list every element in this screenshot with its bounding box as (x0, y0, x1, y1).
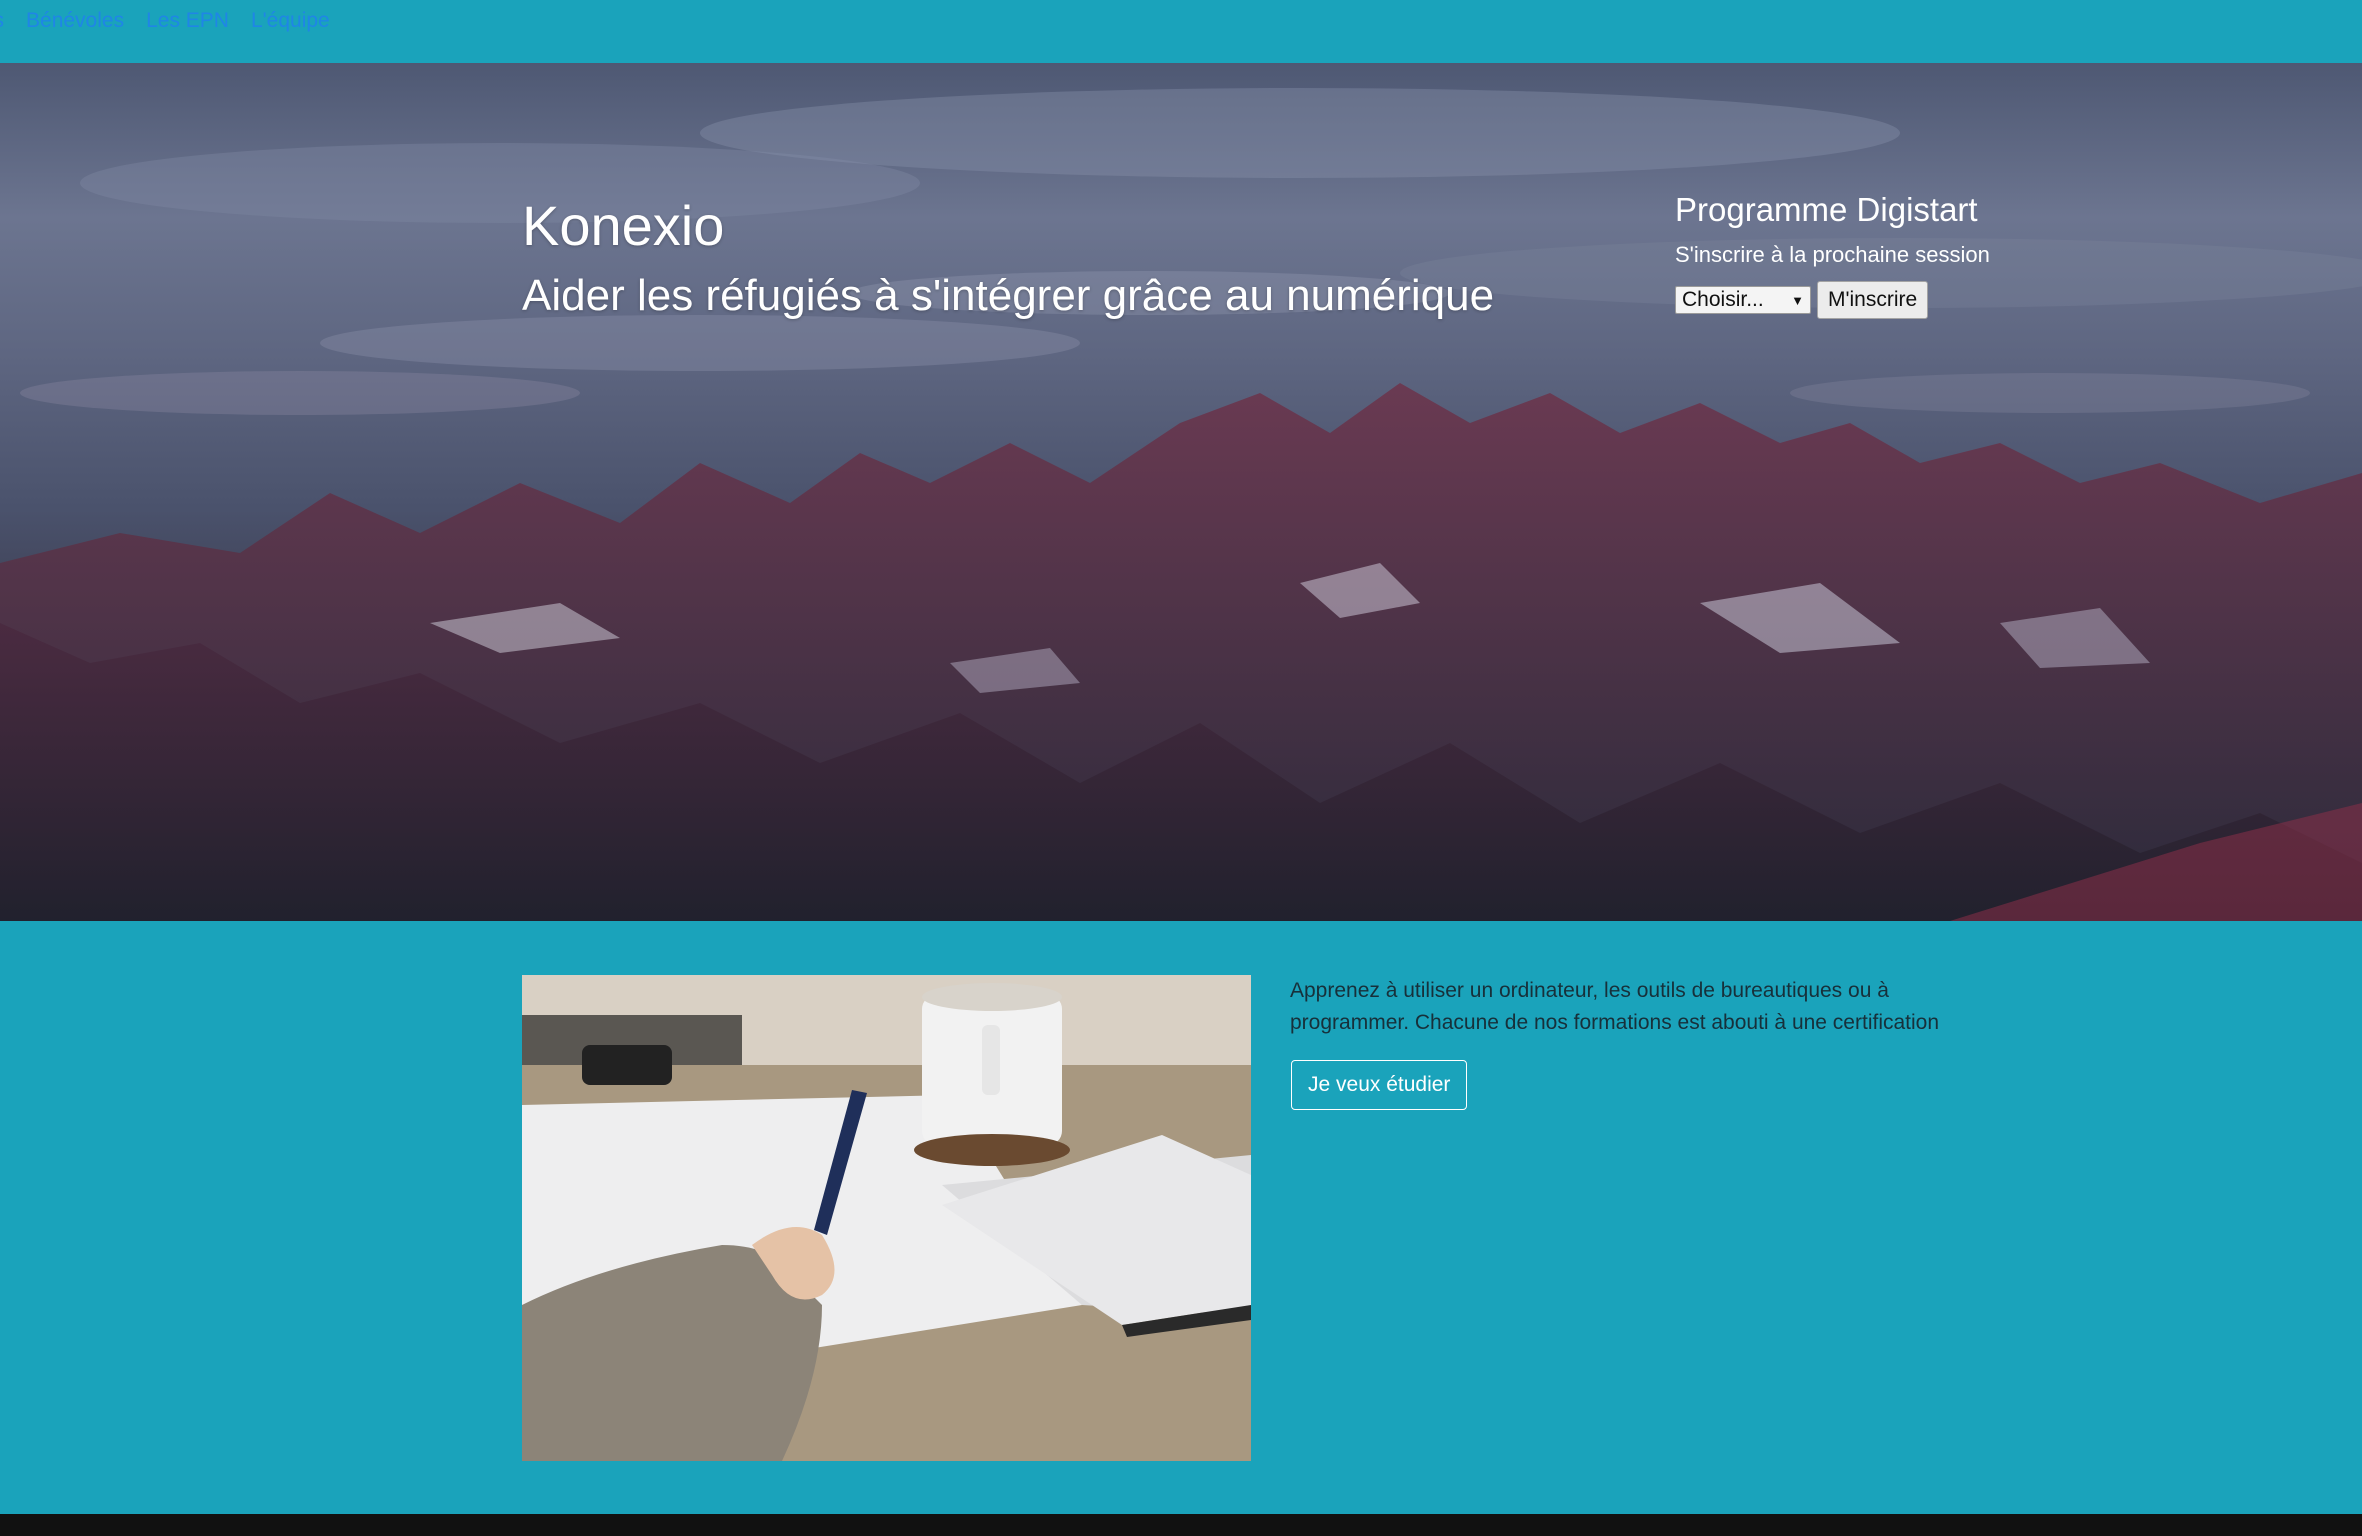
signup-title: Programme Digistart (1675, 191, 1978, 228)
mountain-background-image (0, 88, 2362, 921)
footer-bar (0, 1514, 2362, 1536)
session-select-value: Choisir... (1682, 288, 1764, 311)
nav-item-benevoles[interactable]: Bénévoles (26, 7, 124, 35)
session-select[interactable]: Choisir... ▼ (1675, 286, 1811, 314)
study-button[interactable]: Je veux étudier (1291, 1060, 1468, 1110)
signup-subtitle: S'inscrire à la prochaine session (1675, 242, 1990, 267)
hero-subtitle: Aider les réfugiés à s'intégrer grâce au… (522, 271, 1495, 320)
chevron-down-icon: ▼ (1791, 292, 1804, 308)
nav-item-equipe[interactable]: L'équipe (251, 7, 330, 35)
hero-title: Konexio (522, 194, 725, 257)
hero-section: Konexio Aider les réfugiés à s'intégrer … (0, 63, 2362, 921)
top-navbar: nts Bénévoles Les EPN L'équipe (0, 0, 2362, 63)
nav-links: nts Bénévoles Les EPN L'équipe (0, 7, 330, 35)
signup-button[interactable]: M'inscrire (1817, 281, 1929, 319)
signup-form: Choisir... ▼ M'inscrire (1675, 281, 1929, 319)
nav-item-etudiants[interactable]: nts (0, 7, 4, 35)
study-photo (522, 975, 1251, 1461)
nav-item-epn[interactable]: Les EPN (146, 7, 229, 35)
feature-description: Apprenez à utiliser un ordinateur, les o… (1290, 979, 1940, 1034)
